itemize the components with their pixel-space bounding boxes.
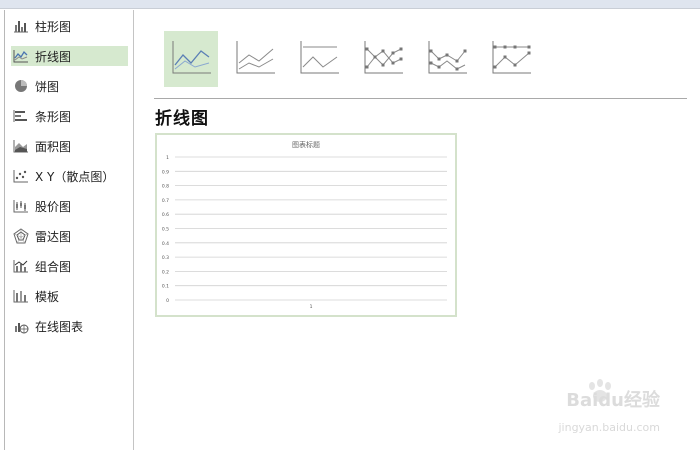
bar-chart-icon: [13, 108, 29, 124]
watermark-url: jingyan.baidu.com: [558, 421, 660, 434]
online-chart-icon: [13, 318, 29, 334]
chart-type-sidebar: 柱形图 折线图 饼图 条形图 面积图 X Y（散点图） 股价图 雷达图 组合图 …: [5, 10, 134, 450]
sidebar-item-label: 雷达图: [35, 229, 72, 244]
subtype-line-markers[interactable]: [356, 31, 410, 87]
chart-preview[interactable]: 图表标题 1 0.9 0.8 0.7 0.6 0.5 0.4 0.3 0.2 0.1 0 1: [155, 133, 457, 317]
sidebar-item-label: 组合图: [35, 259, 72, 274]
y-tick-label: 0.3: [162, 255, 169, 261]
sidebar-item-radar[interactable]: 雷达图: [11, 226, 128, 246]
sidebar-item-label: 股价图: [35, 199, 72, 214]
sidebar-item-line[interactable]: 折线图: [11, 46, 128, 66]
area-chart-icon: [13, 138, 29, 154]
stacked-line-markers-subtype-icon: [425, 37, 469, 81]
stacked-line-subtype-icon: [233, 37, 277, 81]
sidebar-item-label: 柱形图: [35, 19, 72, 34]
scatter-chart-icon: [13, 168, 29, 184]
x-tick-label: 1: [310, 304, 313, 310]
y-tick-label: 0.5: [162, 227, 169, 233]
sidebar-item-label: 饼图: [35, 79, 60, 94]
window-top-bar: [0, 0, 700, 9]
chart-title: 图表标题: [292, 140, 320, 149]
subtype-stacked-line[interactable]: [228, 31, 282, 87]
sidebar-item-label: 模板: [35, 289, 60, 304]
sidebar-item-bar[interactable]: 条形图: [11, 106, 128, 126]
y-tick-label: 0.2: [162, 269, 169, 275]
y-tick-label: 0.7: [162, 198, 169, 204]
sidebar-item-template[interactable]: 模板: [11, 286, 128, 306]
sidebar-item-label: 条形图: [35, 109, 72, 124]
subtype-stacked-line-markers[interactable]: [420, 31, 474, 87]
y-tick-label: 0.9: [162, 169, 169, 175]
sidebar-item-label: 在线图表: [35, 319, 84, 334]
chart-preview-plot: 图表标题 1 0.9 0.8 0.7 0.6 0.5 0.4 0.3 0.2 0.1 0 1: [162, 140, 447, 310]
y-tick-label: 0.4: [162, 241, 169, 247]
radar-chart-icon: [13, 228, 29, 244]
sidebar-item-combo[interactable]: 组合图: [11, 256, 128, 276]
y-tick-label: 0.6: [162, 212, 169, 218]
sidebar-item-area[interactable]: 面积图: [11, 136, 128, 156]
subtype-percent-stacked-line-markers[interactable]: [484, 31, 538, 87]
sidebar-item-pie[interactable]: 饼图: [11, 76, 128, 96]
sidebar-item-label: 折线图: [35, 49, 72, 64]
y-tick-label: 0.1: [162, 284, 169, 290]
y-tick-label: 0.8: [162, 184, 169, 190]
sidebar-item-online[interactable]: 在线图表: [11, 316, 128, 336]
line-markers-subtype-icon: [361, 37, 405, 81]
sidebar-item-scatter[interactable]: X Y（散点图）: [11, 166, 128, 186]
sidebar-item-label: 面积图: [35, 139, 72, 154]
line-subtype-icon: [169, 37, 213, 81]
section-title: 折线图: [155, 109, 209, 129]
template-icon: [13, 288, 29, 304]
sidebar-item-label: X Y（散点图）: [35, 169, 115, 184]
subtype-line[interactable]: [164, 31, 218, 87]
line-chart-icon: [13, 48, 29, 64]
subtype-percent-stacked-line[interactable]: [292, 31, 346, 87]
y-tick-label: 0: [166, 298, 169, 304]
watermark-brand: Baidu经验: [566, 390, 660, 411]
sidebar-item-column[interactable]: 柱形图: [11, 16, 128, 36]
sidebar-item-stock[interactable]: 股价图: [11, 196, 128, 216]
percent-stacked-line-markers-subtype-icon: [489, 37, 533, 81]
y-tick-label: 1: [166, 155, 169, 161]
column-chart-icon: [13, 18, 29, 34]
gallery-divider: [154, 98, 687, 99]
stock-chart-icon: [13, 198, 29, 214]
percent-stacked-line-subtype-icon: [297, 37, 341, 81]
combo-chart-icon: [13, 258, 29, 274]
pie-chart-icon: [13, 78, 29, 94]
